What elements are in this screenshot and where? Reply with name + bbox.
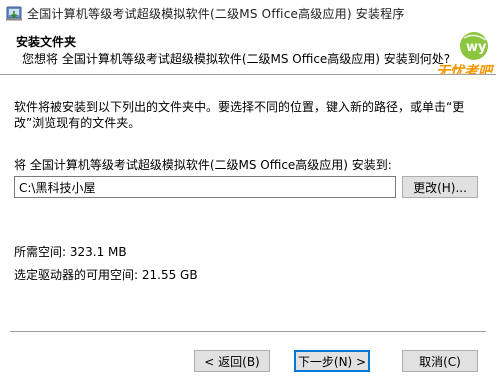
- page-subtitle: 您想将 全国计算机等级考试超级模拟软件(二级MS Office高级应用) 安装到…: [22, 52, 451, 66]
- window-title: 全国计算机等级考试超级模拟软件(二级MS Office高级应用) 安装程序: [27, 7, 405, 21]
- installer-icon: [6, 6, 22, 21]
- main-content: 软件将被安装到以下列出的文件夹中。要选择不同的位置，键入新的路径，或单击“更改”…: [0, 76, 496, 338]
- space-available: 选定驱动器的可用空间: 21.55 GB: [14, 268, 198, 282]
- header-panel: 安装文件夹 您想将 全国计算机等级考试超级模拟软件(二级MS Office高级应…: [0, 27, 496, 80]
- install-path-input[interactable]: [14, 176, 396, 198]
- install-location-label: 将 全国计算机等级考试超级模拟软件(二级MS Office高级应用) 安装到:: [14, 158, 392, 172]
- space-required: 所需空间: 323.1 MB: [14, 245, 127, 259]
- back-button[interactable]: < 返回(B): [194, 350, 270, 372]
- page-title: 安装文件夹: [16, 35, 77, 49]
- title-bar: 全国计算机等级考试超级模拟软件(二级MS Office高级应用) 安装程序: [0, 0, 496, 27]
- next-button[interactable]: 下一步(N) >: [294, 350, 370, 372]
- footer-bar: < 返回(B) 下一步(N) > 取消(C): [0, 338, 496, 387]
- browse-button[interactable]: 更改(H)...: [402, 176, 478, 198]
- logo-badge: wy: [466, 40, 487, 55]
- install-description: 软件将被安装到以下列出的文件夹中。要选择不同的位置，键入新的路径，或单击“更改”…: [14, 100, 465, 130]
- cancel-button[interactable]: 取消(C): [402, 350, 478, 372]
- footer-divider: [10, 331, 486, 333]
